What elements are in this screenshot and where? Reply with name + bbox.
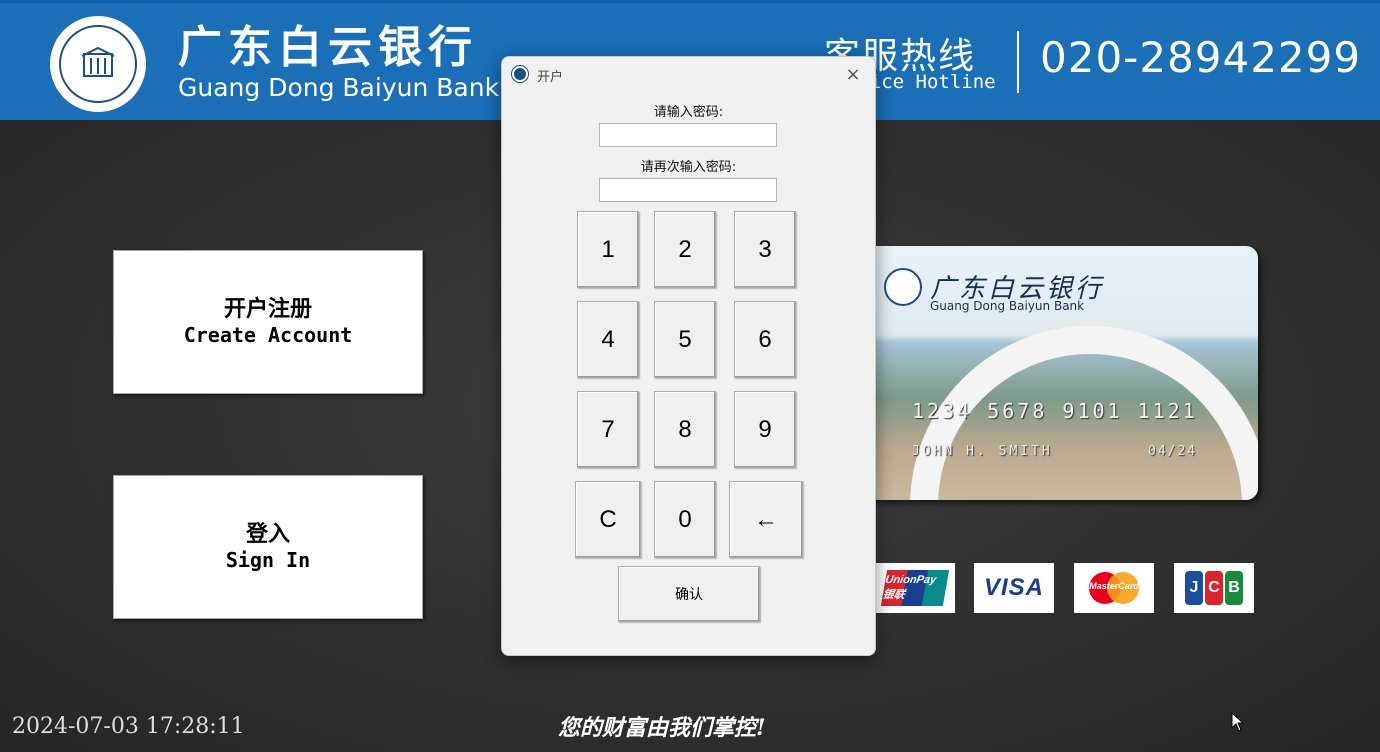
mouse-pointer-icon — [1231, 712, 1245, 732]
keypad-key-3[interactable]: 3 — [734, 211, 796, 288]
dialog-titlebar[interactable]: 开户 × — [502, 57, 875, 93]
create-account-label-cn: 开户注册 — [223, 297, 312, 322]
sign-in-button[interactable]: 登入 Sign In — [113, 475, 423, 619]
card-expiry: 04/24 — [1148, 444, 1198, 459]
password-again-input[interactable] — [599, 178, 777, 202]
keypad-key-4[interactable]: 4 — [577, 301, 639, 378]
keypad-key-7[interactable]: 7 — [577, 391, 639, 468]
visa-label: VISA — [983, 574, 1044, 601]
sign-in-label-cn: 登入 — [245, 522, 290, 547]
hotline-divider — [1017, 31, 1019, 93]
visa-logo: VISA — [974, 563, 1054, 613]
jcb-letter: J — [1185, 571, 1203, 605]
keypad-key-2[interactable]: 2 — [654, 211, 716, 288]
jcb-letter: B — [1225, 571, 1243, 605]
bank-logo — [50, 16, 146, 112]
card-logo-icon — [884, 268, 922, 306]
hotline-number: 020-28942299 — [1040, 33, 1362, 82]
keypad-key-8[interactable]: 8 — [654, 391, 716, 468]
jcb-logo: J C B — [1174, 563, 1254, 613]
keypad-key-5[interactable]: 5 — [654, 301, 716, 378]
mastercard-label: MasterCard — [1089, 581, 1139, 591]
mastercard-mark: MasterCard — [1085, 570, 1143, 606]
bank-card-image: 广东白云银行 Guang Dong Baiyun Bank 1234 5678 … — [850, 246, 1258, 500]
jcb-letter: C — [1205, 571, 1223, 605]
create-account-button[interactable]: 开户注册 Create Account — [113, 250, 423, 394]
keypad-backspace-button[interactable]: ← — [729, 481, 803, 558]
bank-name-en: Guang Dong Baiyun Bank — [178, 73, 500, 102]
current-datetime: 2024-07-03 17:28:11 — [12, 714, 245, 739]
unionpay-logo: UnionPay 银联 — [875, 563, 955, 613]
card-bank-name-en: Guang Dong Baiyun Bank — [930, 299, 1085, 313]
password-label: 请输入密码: — [653, 105, 724, 120]
keypad-key-1[interactable]: 1 — [577, 211, 639, 288]
keypad-key-6[interactable]: 6 — [734, 301, 796, 378]
dialog-title: 开户 — [537, 70, 564, 85]
sign-in-label-en: Sign In — [225, 548, 311, 572]
mastercard-logo: MasterCard — [1074, 563, 1154, 613]
university-seal-icon — [59, 25, 137, 103]
app-icon — [512, 66, 528, 82]
slogan: 您的财富由我们掌控! — [558, 715, 766, 741]
keypad-key-9[interactable]: 9 — [734, 391, 796, 468]
card-number: 1234 5678 9101 1121 — [912, 399, 1198, 423]
open-account-dialog: 开户 × 请输入密码: 请再次输入密码: 1 2 3 4 5 6 7 8 9 C… — [501, 56, 876, 656]
card-holder: JOHN H. SMITH — [912, 444, 1053, 459]
jcb-mark: J C B — [1184, 571, 1244, 605]
confirm-button[interactable]: 确认 — [618, 566, 760, 622]
unionpay-label: UnionPay 银联 — [880, 570, 950, 606]
password-again-label: 请再次输入密码: — [640, 160, 737, 175]
password-input[interactable] — [599, 123, 777, 147]
close-icon[interactable]: × — [841, 63, 865, 87]
create-account-label-en: Create Account — [183, 323, 353, 347]
keypad-key-0[interactable]: 0 — [654, 481, 716, 558]
keypad-clear-button[interactable]: C — [575, 481, 641, 558]
bank-name-cn: 广东白云银行 — [178, 22, 478, 73]
